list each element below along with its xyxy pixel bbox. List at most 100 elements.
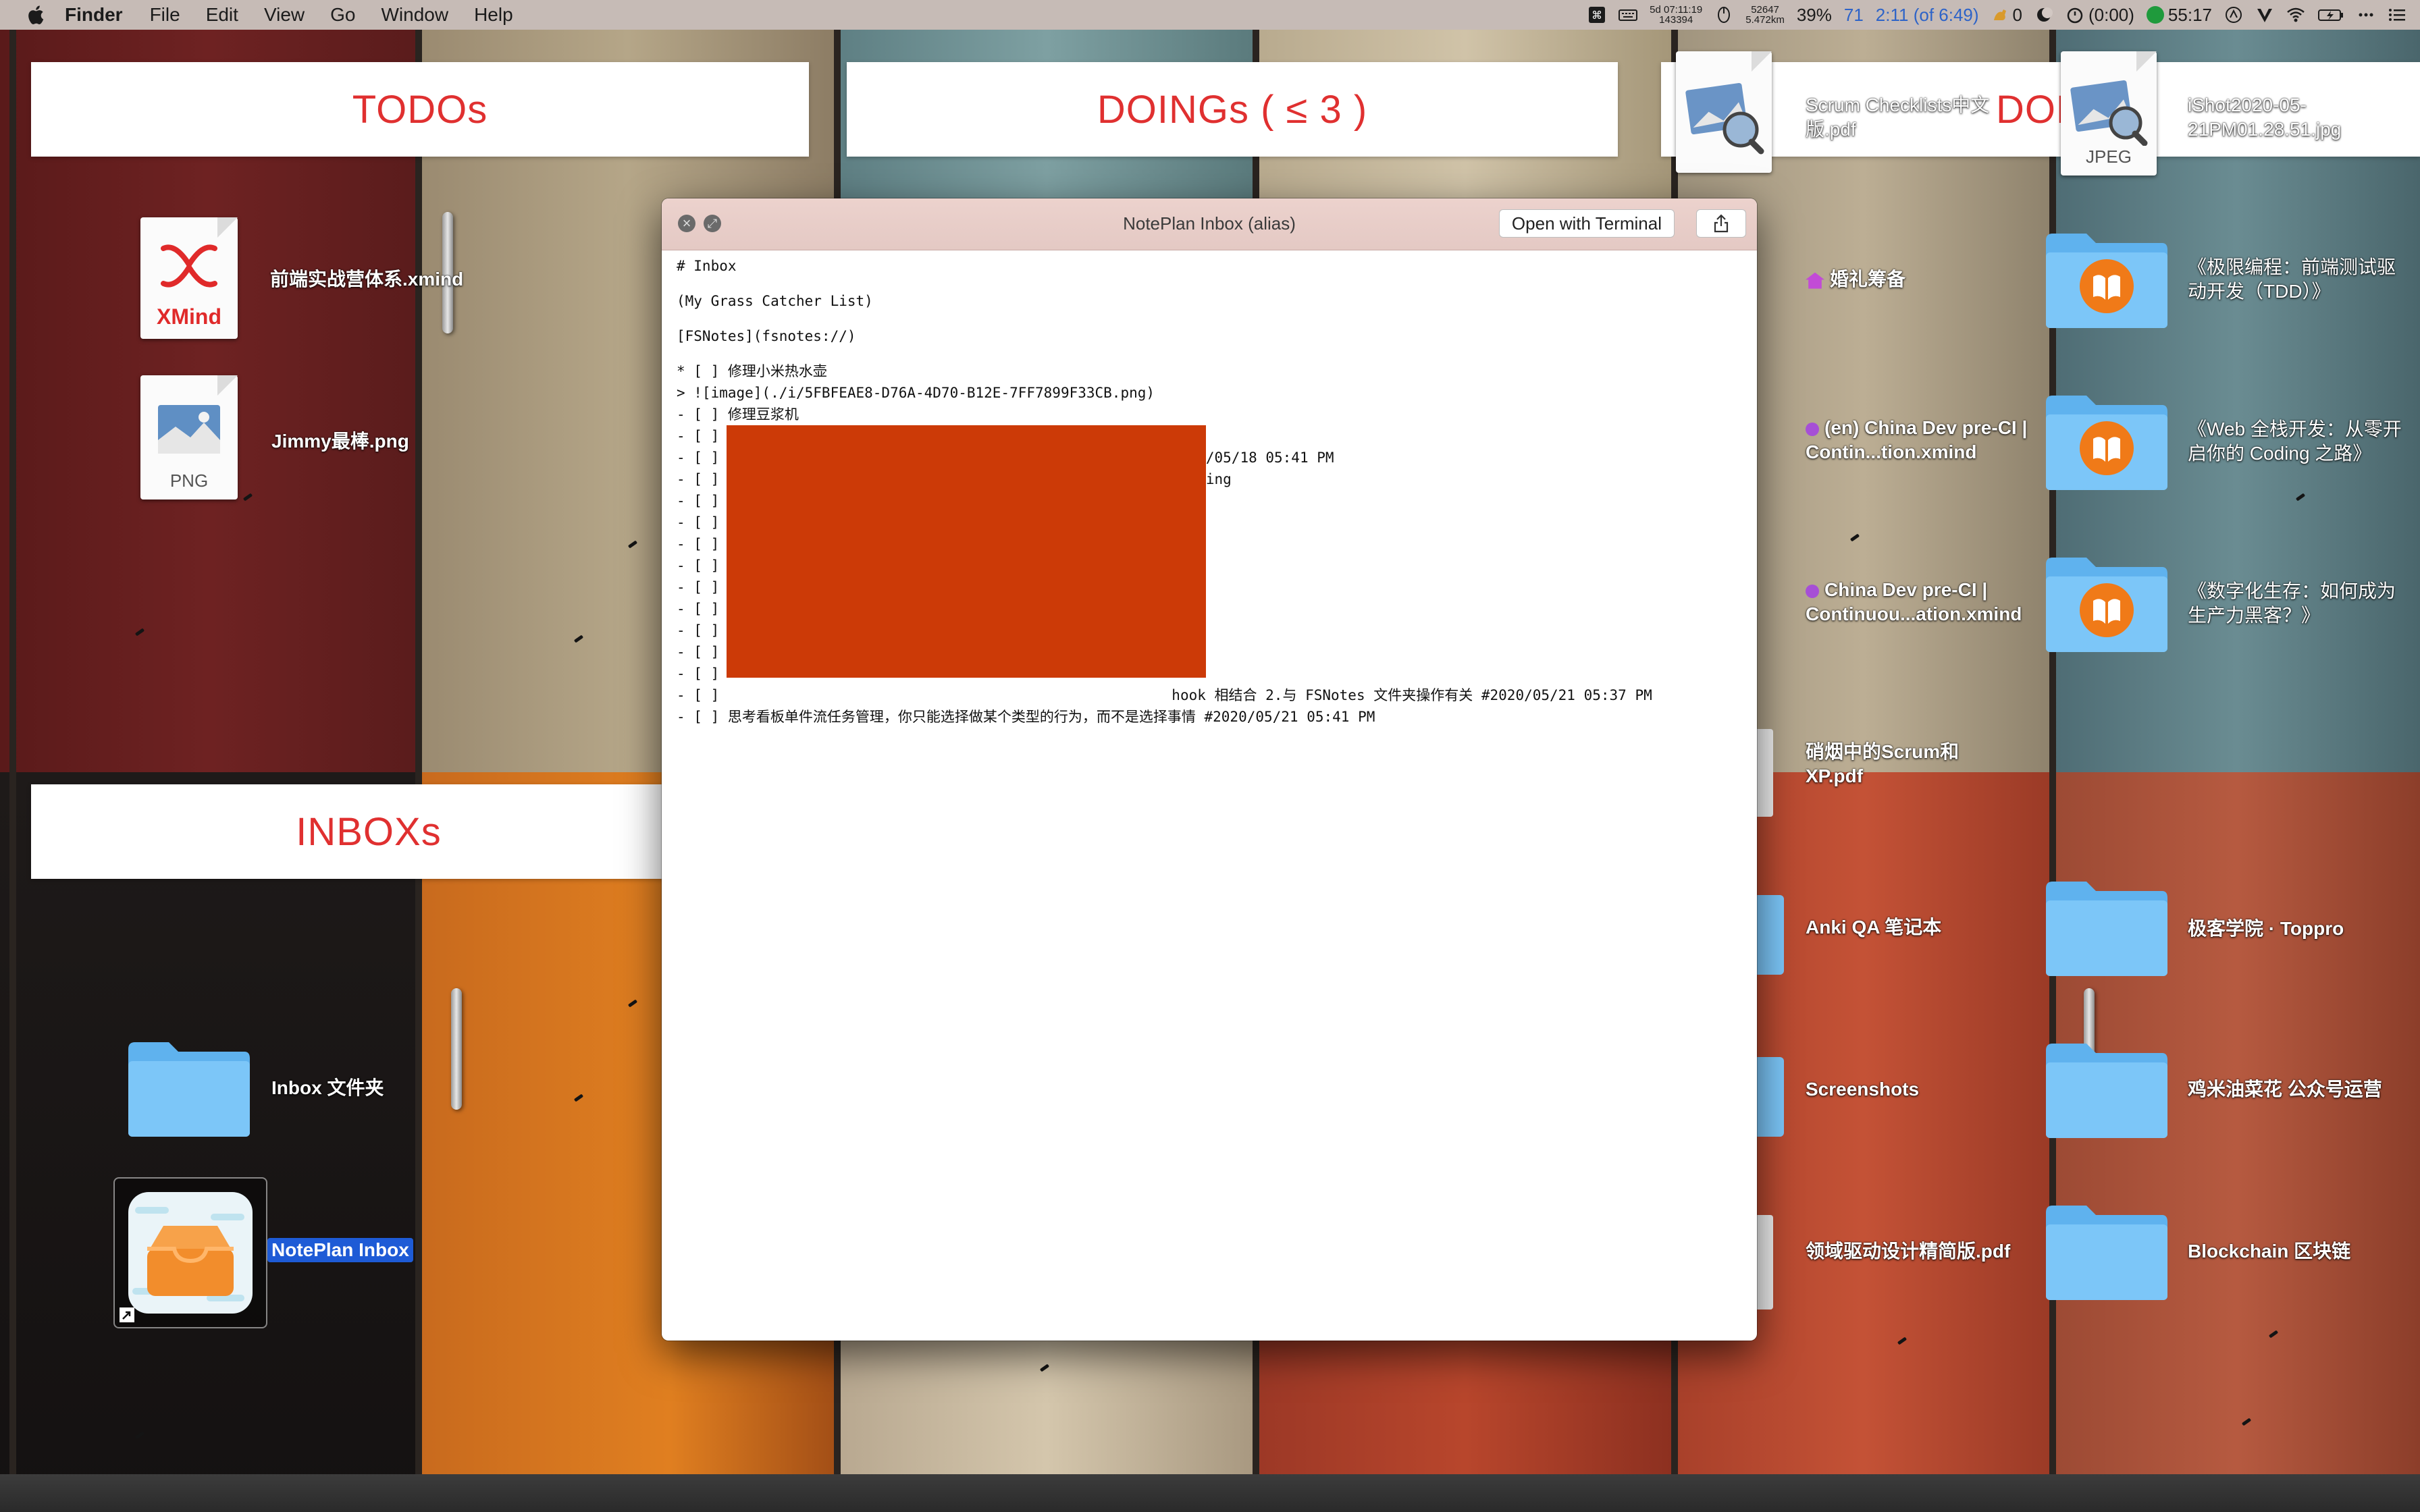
xmind-badge: XMind [157, 304, 221, 329]
file-label[interactable]: 前端实战营体系.xmind [270, 267, 463, 292]
folder-icon[interactable] [2043, 230, 2170, 331]
preview-pdf-icon [1685, 82, 1764, 155]
app-menu-finder[interactable]: Finder [65, 4, 123, 26]
selected-icon-frame[interactable] [113, 1177, 267, 1328]
item-label[interactable]: 《极限编程：前端测试驱动开发（TDD）》 [2188, 255, 2404, 304]
item-label[interactable]: 鸡米油菜花 公众号运营 [2188, 1077, 2382, 1102]
folder-icon[interactable] [2043, 554, 2170, 655]
item-label[interactable]: Screenshots [1806, 1077, 1919, 1102]
jpeg-file[interactable]: JPEG [2061, 51, 2157, 176]
preview-line: (My Grass Catcher List) [677, 293, 873, 309]
folder-icon[interactable] [2043, 392, 2170, 493]
preview-line: - [ ] 修理豆浆机 [677, 406, 799, 423]
file-label[interactable]: Scrum Checklists中文版.pdf [1806, 93, 2022, 142]
preview-line: [FSNotes](fsnotes://) [677, 328, 856, 344]
png-file[interactable]: PNG [140, 375, 238, 500]
folder-icon[interactable] [2043, 1040, 2170, 1141]
timer-widget[interactable]: (0:00) [2066, 5, 2134, 26]
preview-line [677, 347, 1743, 360]
xmind-file[interactable]: XMind [140, 217, 238, 339]
column-header-todos: TODOs [31, 62, 809, 157]
focus-widget[interactable]: 55:17 [2146, 4, 2212, 26]
moon-icon[interactable] [2034, 5, 2053, 24]
png-badge: PNG [169, 470, 209, 491]
time-progress[interactable]: 2:11 (of 6:49) [1876, 5, 1979, 26]
preview-line: - [ ] hook 相结合 2.与 FSNotes 文件夹操作有关 #2020… [677, 687, 1652, 703]
item-label[interactable]: 《Web 全栈开发：从零开启你的 Coding 之路》 [2188, 417, 2404, 466]
item-label[interactable]: 硝烟中的Scrum和XP.pdf [1806, 740, 1995, 788]
column-header-label: TODOs [352, 87, 488, 132]
vpn-icon[interactable] [2255, 5, 2274, 24]
xmind-icon [161, 244, 217, 288]
preview-line: - [ ] 思考看板单件流任务管理，你只能选择做某个类型的行为，而不是选择事情 … [677, 709, 1375, 725]
wifi-icon[interactable] [2286, 5, 2305, 24]
menu-edit[interactable]: Edit [206, 4, 238, 26]
apple-menu-icon[interactable] [26, 4, 45, 26]
column-header-doings: DOINGs ( ≤ 3 ) [847, 62, 1618, 157]
menu-window[interactable]: Window [381, 4, 448, 26]
preview-line: # Inbox [677, 258, 737, 274]
uptime-bottom: 143394 [1659, 14, 1693, 26]
home-icon [1806, 272, 1824, 289]
timer-icon [2067, 7, 2083, 24]
item-label-text: 婚礼筹备 [1830, 269, 1906, 290]
menu-bar: Finder File Edit View Go Window Help ⌘ 5… [0, 0, 2420, 30]
folder-label[interactable]: Inbox 文件夹 [271, 1076, 384, 1100]
share-icon [1714, 214, 1729, 233]
tasks-count[interactable]: 71 [1844, 5, 1864, 26]
item-label[interactable]: 婚礼筹备 [1806, 267, 2022, 292]
item-label-text: (en) China Dev pre-CI | Contin...tion.xm… [1806, 417, 2028, 462]
item-label[interactable]: 极客学院 · Toppro [2188, 917, 2344, 941]
pdf-file-edge [1757, 729, 1773, 817]
tag-dot-icon [1806, 584, 1819, 598]
file-label[interactable]: Jimmy最棒.png [271, 429, 409, 454]
dock-shadow [0, 1474, 2420, 1512]
item-label[interactable]: Anki QA 笔记本 [1806, 915, 1941, 940]
tag-dot-icon [1806, 422, 1819, 436]
folder-icon[interactable] [2043, 878, 2170, 979]
keyboard-icon[interactable] [1619, 5, 1638, 24]
svg-text:⌘: ⌘ [1592, 9, 1602, 22]
folder-icon[interactable] [2043, 1202, 2170, 1303]
distance-top: 52647 [1751, 4, 1779, 16]
redaction-block [727, 425, 1206, 678]
item-label-text: China Dev pre-CI | Continuou...ation.xmi… [1806, 579, 2022, 624]
item-label[interactable]: 《数字化生存：如何成为生产力黑客？》 [2188, 579, 2404, 628]
file-preview[interactable]: # Inbox (My Grass Catcher List) [FSNotes](… [677, 255, 1743, 1334]
preview-line [677, 277, 1743, 290]
jpeg-badge: JPEG [2086, 146, 2132, 167]
distance-readout[interactable]: 52647 5.472km [1745, 5, 1785, 25]
item-label[interactable]: 领域驱动设计精简版.pdf [1806, 1239, 2010, 1264]
locker-panel [0, 772, 419, 1512]
mouse-stats-icon[interactable] [1714, 5, 1733, 24]
item-label[interactable]: Blockchain 区块链 [2188, 1239, 2350, 1264]
more-icon[interactable] [2357, 5, 2375, 24]
menu-help[interactable]: Help [474, 4, 513, 26]
item-label[interactable]: China Dev pre-CI | Continuou...ation.xmi… [1806, 578, 2028, 626]
item-label[interactable]: (en) China Dev pre-CI | Contin...tion.xm… [1806, 416, 2028, 464]
notification-center-icon[interactable] [2388, 5, 2406, 24]
column-header-label: DOINGs ( ≤ 3 ) [1097, 87, 1368, 132]
timer-value: (0:00) [2088, 4, 2134, 25]
selected-file-label[interactable]: NotePlan Inbox [267, 1238, 413, 1262]
open-with-terminal-button[interactable]: Open with Terminal [1498, 209, 1675, 238]
coins-widget[interactable]: 0 [1991, 5, 2022, 26]
menu-view[interactable]: View [264, 4, 305, 26]
folder-icon[interactable] [126, 1038, 253, 1139]
pdf-file-edge [1757, 1215, 1773, 1310]
pdf-file[interactable] [1676, 51, 1772, 173]
quota-icon[interactable] [2224, 5, 2243, 24]
locker-handle [451, 988, 462, 1110]
share-button[interactable] [1696, 209, 1746, 238]
menu-file[interactable]: File [150, 4, 180, 26]
battery-icon[interactable] [2317, 5, 2344, 24]
png-file-icon [158, 405, 220, 454]
menu-go[interactable]: Go [330, 4, 355, 26]
command-icon[interactable]: ⌘ [1587, 5, 1606, 24]
quicklook-titlebar[interactable]: × ⤢ NotePlan Inbox (alias) Open with Ter… [662, 198, 1757, 250]
focus-clock: 55:17 [2167, 4, 2212, 25]
file-label[interactable]: iShot2020-05-21PM01.28.51.jpg [2188, 93, 2411, 142]
uptime-readout[interactable]: 5d 07:11:19 143394 [1650, 5, 1702, 25]
battery-percent[interactable]: 39% [1797, 5, 1832, 26]
distance-bottom: 5.472km [1745, 14, 1785, 26]
